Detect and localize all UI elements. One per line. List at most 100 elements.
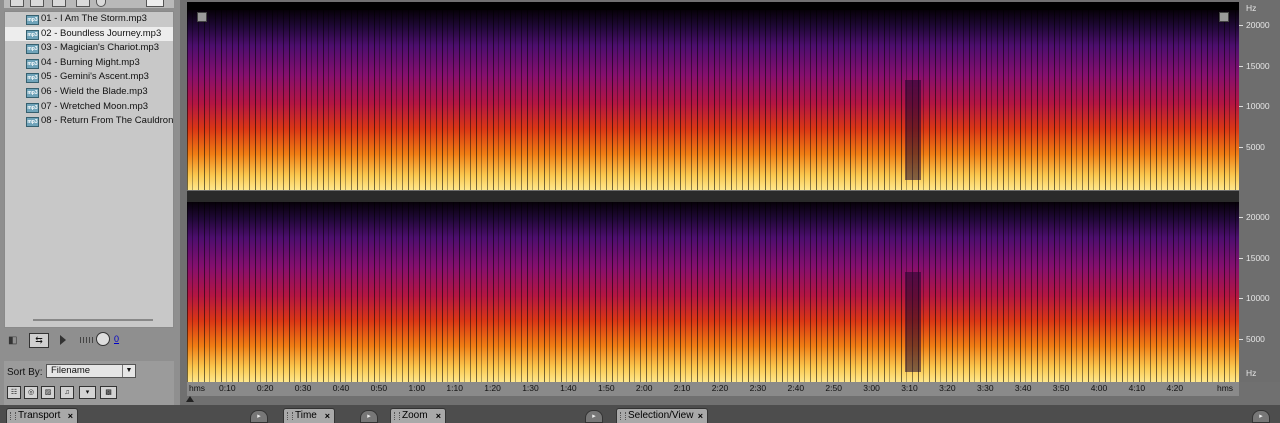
panel-options-icon[interactable]: ▸	[1252, 410, 1270, 423]
show-all-button[interactable]: ☷	[7, 386, 21, 399]
close-icon[interactable]: ×	[698, 409, 703, 423]
import-file-icon[interactable]	[10, 0, 24, 7]
time-label: 3:40	[1014, 383, 1032, 393]
time-label: 4:00	[1090, 383, 1108, 393]
time-label: 3:10	[901, 383, 918, 393]
audio-file-icon: mp3	[26, 87, 39, 98]
playhead-marker[interactable]	[186, 396, 194, 402]
sort-area: Sort By: Filename ▼ ☷ ◎ ▨ ♫ ▾ ▩	[4, 361, 174, 405]
spectrogram-right-channel[interactable]	[187, 202, 1239, 382]
show-audio-button[interactable]: ◎	[24, 386, 38, 399]
audio-file-icon: mp3	[26, 58, 39, 69]
time-label: 2:30	[749, 383, 767, 393]
time-ruler[interactable]: hms hms 0:10 0:20 0:30 0:40 0:50 1:00 1:10 1:20…	[187, 382, 1239, 396]
drag-grip-icon[interactable]	[10, 412, 16, 420]
zoom-corner-right-icon[interactable]	[1219, 12, 1229, 22]
close-icon[interactable]: ×	[325, 409, 330, 423]
file-list-item[interactable]: mp3 07 - Wretched Moon.mp3	[5, 100, 173, 115]
file-list: mp3 01 - I Am The Storm.mp3 mp3 02 - Boundl…	[4, 11, 174, 328]
volume-value[interactable]: 0	[114, 334, 119, 344]
time-unit-left: hms	[189, 383, 206, 393]
tab-label: Time	[295, 410, 317, 421]
tab-zoom[interactable]: Zoom ×	[390, 408, 446, 423]
close-icon[interactable]: ×	[436, 409, 441, 423]
file-name: 06 - Wield the Blade.mp3	[41, 85, 148, 97]
file-name: 03 - Magician's Chariot.mp3	[41, 42, 159, 54]
time-label: 2:00	[635, 383, 653, 393]
files-toolbar	[4, 0, 174, 8]
freq-label: 5000	[1246, 334, 1265, 345]
time-label: 3:50	[1052, 383, 1070, 393]
tab-label: Selection/View	[628, 410, 694, 421]
time-label: 3:20	[939, 383, 956, 393]
drag-grip-icon[interactable]	[287, 412, 293, 420]
time-label: 1:40	[560, 383, 577, 393]
spectral-display[interactable]	[187, 2, 1239, 382]
close-icon[interactable]: ×	[68, 409, 73, 423]
spectral-view-frame: Hz Hz 20000 15000 10000 5000 20000 15000 10000…	[180, 0, 1280, 405]
view-options-icon[interactable]	[146, 0, 164, 7]
freq-label: 10000	[1246, 101, 1270, 112]
file-list-item[interactable]: mp3 04 - Burning Might.mp3	[5, 56, 173, 71]
tab-time[interactable]: Time ×	[283, 408, 335, 423]
freq-tick	[1239, 257, 1243, 259]
spectrogram-left-channel[interactable]	[187, 10, 1239, 190]
speaker-icon[interactable]: ◧	[8, 335, 17, 346]
quiet-band	[905, 80, 921, 180]
tab-transport[interactable]: Transport ×	[6, 408, 78, 423]
time-label: 3:30	[977, 383, 994, 393]
play-preview-button[interactable]	[60, 335, 66, 345]
freq-unit-bottom: Hz	[1246, 368, 1257, 378]
time-label: 0:40	[332, 383, 350, 393]
audio-file-icon: mp3	[26, 117, 39, 128]
loop-button[interactable]: ⇆	[29, 333, 49, 348]
freq-tick	[1239, 106, 1243, 108]
file-list-item[interactable]: mp3 02 - Boundless Journey.mp3	[5, 26, 173, 42]
zoom-corner-left-icon[interactable]	[197, 12, 207, 22]
file-list-item[interactable]: mp3 06 - Wield the Blade.mp3	[5, 85, 173, 100]
chevron-down-icon[interactable]: ▼	[122, 365, 135, 377]
freq-tick	[1239, 298, 1243, 300]
autoplay-icon[interactable]	[96, 0, 106, 7]
time-label: 0:30	[294, 383, 312, 393]
quiet-band	[905, 272, 921, 372]
file-list-item[interactable]: mp3 05 - Gemini's Ascent.mp3	[5, 70, 173, 85]
sort-by-label: Sort By:	[7, 367, 43, 378]
drag-grip-icon[interactable]	[394, 412, 400, 420]
file-list-item[interactable]: mp3 01 - I Am The Storm.mp3	[5, 12, 173, 27]
file-list-item[interactable]: mp3 03 - Magician's Chariot.mp3	[5, 41, 173, 56]
horizontal-scrollbar[interactable]	[33, 319, 153, 321]
show-midi-button[interactable]: ♫	[60, 386, 74, 399]
panel-options-icon[interactable]: ▸	[250, 410, 268, 423]
volume-knob[interactable]	[96, 332, 110, 346]
time-label: 2:40	[787, 383, 805, 393]
drag-grip-icon[interactable]	[620, 412, 626, 420]
time-label: 1:10	[446, 383, 463, 393]
time-label: 1:30	[522, 383, 539, 393]
show-loops-button[interactable]: ▨	[41, 386, 55, 399]
file-name: 02 - Boundless Journey.mp3	[41, 27, 162, 39]
close-file-icon[interactable]	[30, 0, 44, 7]
sort-by-select[interactable]: Filename ▼	[46, 364, 136, 378]
time-label: 1:20	[484, 383, 501, 393]
time-label: 2:50	[825, 383, 842, 393]
insert-multitrack-icon[interactable]	[76, 0, 90, 7]
time-unit-right: hms	[1217, 383, 1234, 393]
panel-options-icon[interactable]: ▸	[360, 410, 378, 423]
files-panel: mp3 01 - I Am The Storm.mp3 mp3 02 - Boundl…	[0, 0, 180, 405]
show-projects-button[interactable]: ▩	[100, 386, 117, 399]
show-video-button[interactable]: ▾	[79, 386, 96, 399]
edit-file-icon[interactable]	[52, 0, 66, 7]
panel-options-icon[interactable]: ▸	[585, 410, 603, 423]
tab-selection-view[interactable]: Selection/View ×	[616, 408, 708, 423]
time-label: 2:10	[673, 383, 691, 393]
file-name: 05 - Gemini's Ascent.mp3	[41, 71, 149, 83]
freq-tick	[1239, 24, 1243, 26]
file-list-item[interactable]: mp308 - Return From The Cauldron.mp3	[5, 114, 173, 129]
file-name: 08 - Return From The Cauldron.mp3	[41, 115, 173, 127]
freq-label: 10000	[1246, 293, 1270, 304]
freq-tick	[1239, 339, 1243, 341]
file-name: 04 - Burning Might.mp3	[41, 56, 140, 68]
volume-level-icon	[80, 337, 94, 343]
audio-file-icon: mp3	[26, 73, 39, 84]
